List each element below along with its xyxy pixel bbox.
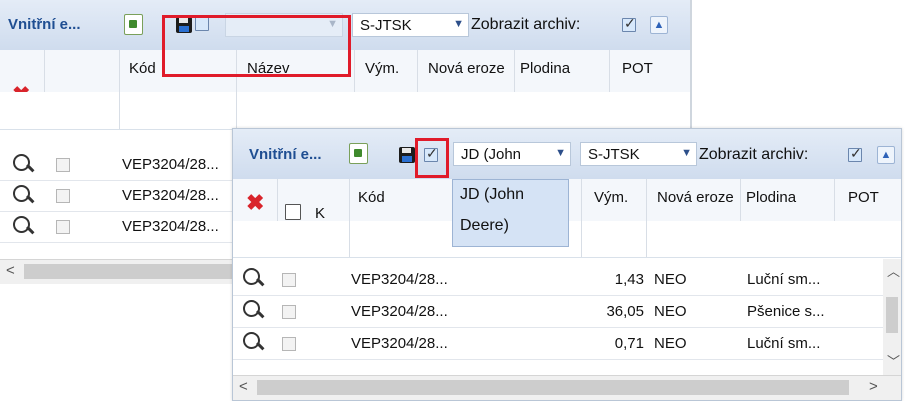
chevron-down-icon[interactable]: ▼ [555,147,566,159]
column-header-eroze[interactable]: Nová eroze [657,189,739,206]
chevron-down-icon[interactable]: ▼ [681,147,692,159]
scroll-up-icon[interactable]: ︿ [887,261,900,280]
row-kod: VEP3204/28... [351,271,448,288]
back-archive-label: Zobrazit archiv: [471,16,581,33]
back-highlight-box [162,15,351,77]
column-header-pot[interactable]: POT [848,189,879,206]
back-filter-row [0,92,690,130]
double-chevron-up-icon[interactable]: ▲ [877,146,895,164]
device-dropdown-list[interactable]: JD (John Deere) [452,179,569,247]
back-panel-title: Vnitřní e... [8,16,81,33]
row-checkbox[interactable] [282,337,296,351]
column-header-k: K [315,205,326,222]
row-checkbox[interactable] [282,273,296,287]
scroll-thumb[interactable] [24,264,234,279]
column-header-pot[interactable]: POT [622,60,653,77]
row-eroze: NEO [654,271,687,288]
row-checkbox[interactable] [56,158,70,172]
row-eroze: NEO [654,335,687,352]
front-archive-label: Zobrazit archiv: [699,146,809,163]
row-vym: 0,71 [614,335,644,352]
row-checkbox[interactable] [282,305,296,319]
row-plodina: Pšenice s... [747,303,825,320]
front-highlight-box [415,138,449,178]
column-header-kod[interactable]: Kód [129,60,156,77]
column-header-plodina[interactable]: Plodina [746,189,796,206]
back-archive-checkbox[interactable] [622,15,636,32]
column-header-plodina[interactable]: Plodina [520,60,570,77]
front-crs-value: S-JTSK [588,146,640,163]
row-eroze: NEO [654,303,687,320]
table-row[interactable]: VEP3204/28... 0,71 NEO Luční sm... [233,329,883,360]
column-header-vym[interactable]: Vým. [365,60,399,77]
back-crs-value: S-JTSK [360,17,412,34]
row-kod: VEP3204/28... [122,187,219,204]
row-vym: 36,05 [606,303,644,320]
magnifier-icon[interactable] [12,153,34,177]
excel-export-icon[interactable] [124,14,143,35]
front-header-checkbox[interactable] [285,204,301,220]
column-header-vym[interactable]: Vým. [594,189,628,206]
magnifier-icon[interactable] [242,331,264,355]
front-device-combo[interactable]: JD (John ▼ [453,142,571,166]
magnifier-icon[interactable] [12,184,34,208]
table-row[interactable]: VEP3204/28... 36,05 NEO Pšenice s... [233,297,883,328]
front-archive-checkbox[interactable] [848,145,862,162]
row-plodina: Luční sm... [747,335,821,352]
back-crs-combo[interactable]: S-JTSK ▼ [352,13,469,37]
magnifier-icon[interactable] [242,299,264,323]
scroll-left-icon[interactable]: < [239,378,248,395]
row-kod: VEP3204/28... [122,156,219,173]
row-plodina: Luční sm... [747,271,821,288]
excel-export-icon[interactable] [349,143,368,164]
row-checkbox[interactable] [56,189,70,203]
double-chevron-up-icon[interactable]: ▲ [650,16,668,34]
magnifier-icon[interactable] [12,215,34,239]
front-crs-combo[interactable]: S-JTSK ▼ [580,142,697,166]
scroll-left-icon[interactable]: < [6,262,15,279]
save-icon[interactable] [399,147,415,163]
column-header-eroze[interactable]: Nová eroze [428,60,512,77]
column-header-kod[interactable]: Kód [358,189,385,206]
front-grid-panel: Vnitřní e... JD (John ▼ S-JTSK ▼ Zobrazi… [232,128,902,401]
row-checkbox[interactable] [56,220,70,234]
front-horizontal-scrollbar[interactable]: < > [233,375,901,400]
front-panel-title: Vnitřní e... [249,146,322,163]
scroll-right-icon[interactable]: > [869,378,878,395]
scroll-thumb[interactable] [257,380,849,395]
front-vertical-scrollbar[interactable]: ︿ ﹀ [883,259,901,375]
magnifier-icon[interactable] [242,267,264,291]
dropdown-option-line2[interactable]: Deere) [460,217,509,235]
chevron-down-icon[interactable]: ▼ [453,18,464,30]
row-kod: VEP3204/28... [122,218,219,235]
front-device-value: JD (John [461,146,522,163]
row-kod: VEP3204/28... [351,335,448,352]
dropdown-option-line1[interactable]: JD (John [460,186,524,204]
front-toolbar: Vnitřní e... JD (John ▼ S-JTSK ▼ Zobrazi… [233,129,901,180]
table-row[interactable]: VEP3204/28... 1,43 NEO Luční sm... [233,265,883,296]
row-kod: VEP3204/28... [351,303,448,320]
red-x-icon[interactable]: ✖ [246,192,264,214]
scroll-thumb[interactable] [886,297,898,333]
row-vym: 1,43 [614,271,644,288]
scroll-down-icon[interactable]: ﹀ [887,351,900,370]
